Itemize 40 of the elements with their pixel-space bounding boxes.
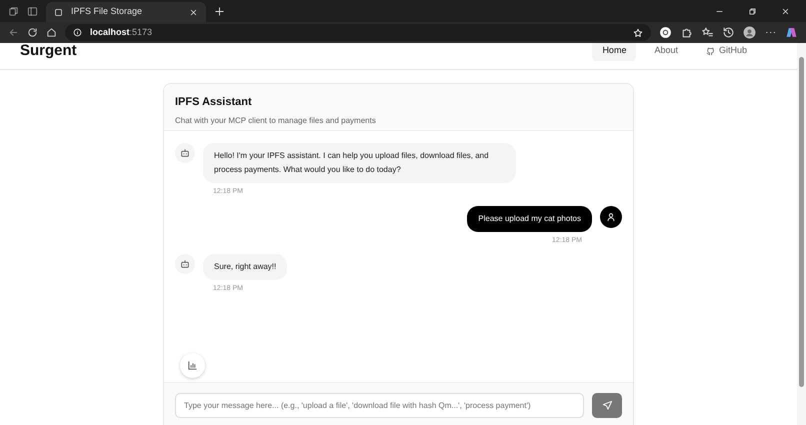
home-icon[interactable] bbox=[46, 27, 57, 38]
brand-logo-text[interactable]: Surgent bbox=[20, 43, 77, 62]
scrollbar-thumb[interactable] bbox=[799, 57, 804, 387]
person-icon bbox=[606, 212, 616, 222]
message-bubble: Please upload my cat photos bbox=[467, 206, 592, 232]
new-tab-icon[interactable] bbox=[214, 6, 225, 17]
address-bar[interactable]: localhost:5173 bbox=[65, 24, 651, 41]
bar-chart-icon bbox=[187, 360, 198, 371]
chat-title: IPFS Assistant bbox=[175, 95, 253, 110]
nav-link[interactable]: GitHub bbox=[696, 43, 757, 61]
circle-icon[interactable] bbox=[659, 26, 672, 39]
close-icon[interactable] bbox=[781, 6, 790, 16]
github-icon bbox=[706, 46, 715, 56]
robot-icon bbox=[180, 148, 190, 158]
send-button[interactable] bbox=[592, 393, 622, 418]
copilot-icon[interactable] bbox=[785, 26, 798, 39]
tab-actions-icon[interactable] bbox=[27, 6, 38, 16]
history-icon[interactable] bbox=[722, 26, 735, 39]
reload-icon[interactable] bbox=[27, 27, 38, 38]
workspaces-icon[interactable] bbox=[8, 6, 19, 16]
profile-icon[interactable] bbox=[743, 26, 756, 39]
browser-tab[interactable]: IPFS File Storage bbox=[46, 2, 206, 22]
favorites-icon[interactable] bbox=[701, 26, 714, 39]
puzzle-icon[interactable] bbox=[680, 26, 693, 39]
address-text: localhost:5173 bbox=[90, 26, 152, 39]
nav-link[interactable]: About bbox=[644, 43, 688, 61]
close-icon[interactable] bbox=[189, 8, 198, 16]
chat-subtitle: Chat with your MCP client to manage files and payments bbox=[175, 114, 377, 126]
page-icon bbox=[54, 8, 63, 16]
scrollbar[interactable] bbox=[797, 43, 806, 425]
favorite-star-icon[interactable] bbox=[633, 28, 643, 38]
message-bubble: Hello! I'm your IPFS assistant. I can help you upload files, download files, and process payments. What would you like to do today? bbox=[203, 143, 516, 183]
message-bubble: Sure, right away!! bbox=[203, 254, 288, 280]
nav-link[interactable]: Home bbox=[592, 43, 636, 61]
message-input[interactable]: Type your message here... (e.g., 'upload a file', 'download file with hash Qm...', 'process payment') bbox=[175, 393, 584, 418]
robot-icon bbox=[180, 259, 190, 269]
restore-icon[interactable] bbox=[748, 6, 757, 16]
send-icon bbox=[602, 400, 613, 411]
chart-button[interactable] bbox=[180, 353, 205, 378]
info-icon bbox=[73, 28, 82, 37]
